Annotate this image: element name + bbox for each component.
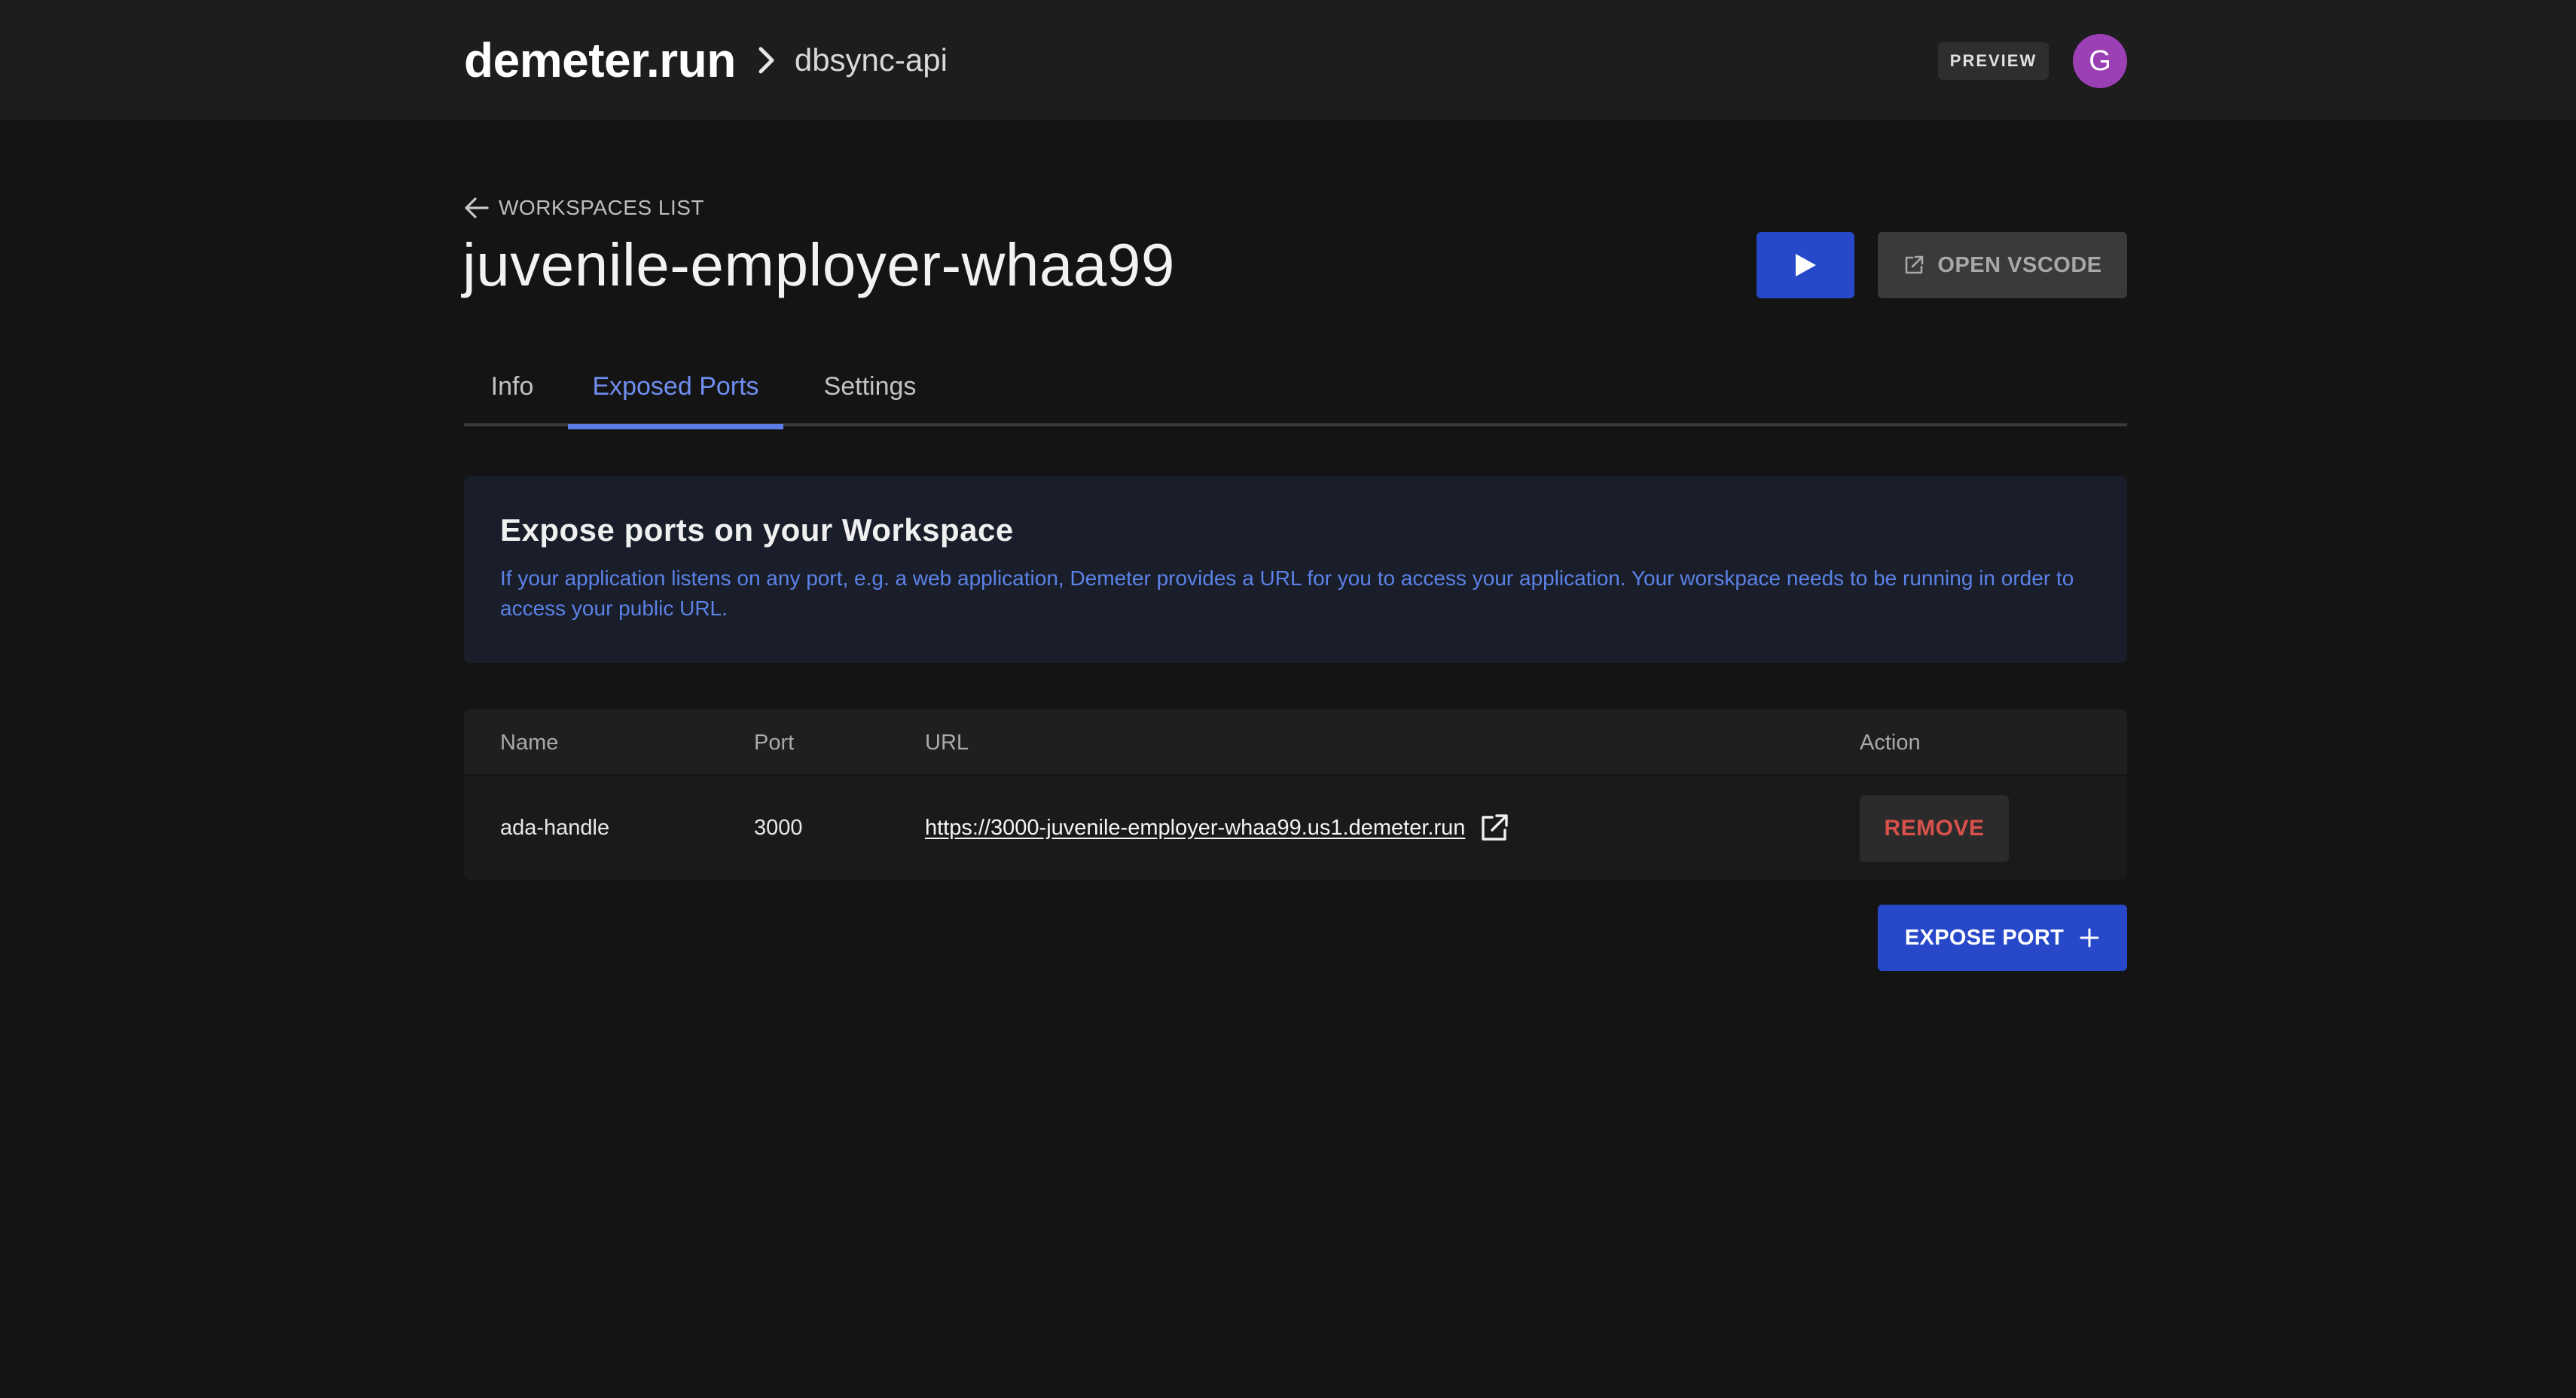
- open-vscode-label: OPEN VSCODE: [1937, 252, 2102, 277]
- tab-info[interactable]: Info: [464, 346, 560, 426]
- table-header: Name Port URL Action: [464, 710, 2127, 776]
- port-url-cell: https://3000-juvenile-employer-whaa99.us…: [925, 776, 1510, 880]
- column-header-url: URL: [925, 730, 969, 755]
- user-avatar[interactable]: G: [2073, 34, 2127, 88]
- external-link-icon: [1903, 254, 1925, 276]
- banner-title: Expose ports on your Workspace: [500, 512, 1014, 548]
- plus-icon: [2079, 927, 2100, 948]
- arrow-left-icon: [464, 197, 490, 219]
- column-header-port: Port: [754, 730, 795, 755]
- port-number-cell: 3000: [754, 815, 803, 840]
- top-navbar: demeter.run dbsync-api PREVIEW G: [0, 0, 2576, 120]
- back-to-workspaces-link[interactable]: WORKSPACES LIST: [464, 193, 704, 223]
- external-link-icon[interactable]: [1479, 812, 1510, 844]
- column-header-name: Name: [500, 730, 559, 755]
- open-vscode-button[interactable]: OPEN VSCODE: [1878, 232, 2127, 298]
- banner-description: If your application listens on any port,…: [500, 566, 2074, 620]
- column-header-action: Action: [1860, 730, 1921, 755]
- start-workspace-button[interactable]: [1757, 232, 1854, 298]
- expose-ports-info-banner: Expose ports on your Workspace If your a…: [464, 476, 2127, 663]
- tab-settings[interactable]: Settings: [798, 346, 942, 426]
- port-name-cell: ada-handle: [500, 815, 610, 840]
- exposed-ports-table: Name Port URL Action ada-handle 3000 htt…: [464, 710, 2127, 880]
- play-icon: [1793, 252, 1818, 279]
- port-url-link[interactable]: https://3000-juvenile-employer-whaa99.us…: [925, 816, 1465, 841]
- preview-badge: PREVIEW: [1938, 42, 2049, 80]
- breadcrumb: demeter.run dbsync-api: [464, 32, 948, 89]
- page-title: juvenile-employer-whaa99: [462, 231, 1175, 298]
- project-name-link[interactable]: dbsync-api: [795, 42, 948, 78]
- expose-port-label: EXPOSE PORT: [1904, 925, 2065, 950]
- workspace-tabs: Info Exposed Ports Settings: [464, 346, 2127, 429]
- remove-port-button[interactable]: REMOVE: [1860, 795, 2009, 862]
- back-link-label: WORKSPACES LIST: [499, 196, 705, 219]
- expose-port-button[interactable]: EXPOSE PORT: [1878, 905, 2127, 971]
- chevron-right-icon: [749, 43, 784, 78]
- brand-logo-link[interactable]: demeter.run: [464, 32, 736, 88]
- tab-exposed-ports[interactable]: Exposed Ports: [568, 346, 783, 429]
